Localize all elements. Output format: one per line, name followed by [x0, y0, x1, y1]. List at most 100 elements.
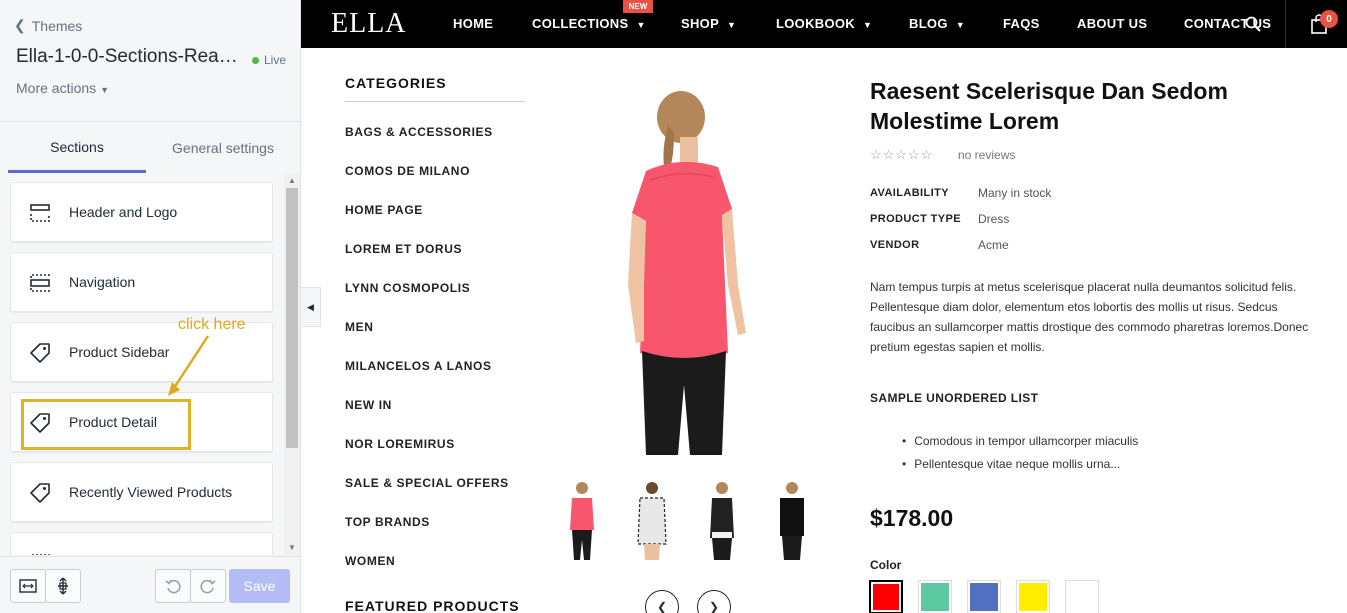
- store-logo[interactable]: ELLA: [331, 8, 407, 40]
- tab-general-settings[interactable]: General settings: [146, 123, 300, 173]
- product-thumbnail[interactable]: [702, 478, 742, 562]
- nav-divider: [1285, 0, 1286, 48]
- new-badge: NEW: [623, 0, 653, 13]
- caret-down-icon: ▼: [636, 20, 646, 30]
- scroll-down-icon[interactable]: ▼: [288, 543, 296, 552]
- list-item: Comodous in tempor ullamcorper miaculis: [902, 434, 1138, 448]
- reviews-count[interactable]: no reviews: [958, 148, 1015, 162]
- expand-horizontal-icon: [19, 579, 37, 593]
- nav-label: SHOP: [681, 16, 720, 31]
- editor-footer: Save: [0, 556, 300, 613]
- nav-collections[interactable]: COLLECTIONS ▼: [532, 16, 646, 31]
- tab-sections[interactable]: Sections: [8, 123, 146, 173]
- search-icon[interactable]: [1245, 16, 1261, 32]
- color-swatch-white[interactable]: [1065, 580, 1099, 613]
- caret-down-icon: ▼: [862, 20, 873, 30]
- product-title: Raesent Scelerisque Dan Sedom Molestime …: [870, 78, 1228, 134]
- live-label: Live: [264, 53, 287, 67]
- scrollbar-thumb[interactable]: [286, 188, 298, 448]
- live-dot-icon: [252, 56, 259, 64]
- color-swatch-mint[interactable]: [918, 580, 952, 613]
- back-to-themes-link[interactable]: ❮ Themes: [14, 17, 82, 34]
- chevron-left-icon: ❮: [14, 17, 26, 33]
- category-link[interactable]: NOR LOREMIRUS: [345, 437, 455, 451]
- chevron-right-icon: ❯: [708, 600, 720, 613]
- color-swatch-yellow[interactable]: [1016, 580, 1050, 613]
- category-link[interactable]: TOP BRANDS: [345, 515, 430, 529]
- section-item-navigation[interactable]: Navigation: [10, 252, 273, 312]
- collapse-sidebar-button[interactable]: ◀: [301, 287, 321, 327]
- section-item-header-and-logo[interactable]: Header and Logo: [10, 182, 273, 242]
- tag-icon: [30, 413, 50, 433]
- list-title: SAMPLE UNORDERED LIST: [870, 391, 1039, 405]
- scroll-up-icon[interactable]: ▲: [288, 176, 296, 185]
- nav-lookbook[interactable]: LOOKBOOK ▼: [776, 16, 872, 31]
- undo-button[interactable]: [155, 569, 191, 603]
- cart-count-badge: 0: [1320, 10, 1338, 28]
- thumbnail-prev-button[interactable]: ❮: [645, 590, 679, 613]
- desktop-view-button[interactable]: [10, 569, 46, 603]
- meta-value-product-type: Dress: [978, 212, 1010, 226]
- tag-icon: [30, 483, 50, 503]
- redo-button[interactable]: [190, 569, 226, 603]
- section-item-recently-viewed-products[interactable]: Recently Viewed Products: [10, 462, 273, 522]
- nav-label: COLLECTIONS: [532, 16, 629, 31]
- nav-label: BLOG: [909, 16, 948, 31]
- nav-home[interactable]: HOME: [453, 16, 493, 31]
- back-label: Themes: [31, 17, 83, 34]
- more-actions-label: More actions: [16, 80, 97, 96]
- editor-tabs: Sections General settings: [0, 123, 300, 173]
- product-thumbnail[interactable]: [562, 478, 602, 562]
- category-link[interactable]: LYNN COSMOPOLIS: [345, 281, 470, 295]
- section-list: Header and Logo Navigation Product Sideb…: [0, 174, 283, 555]
- nav-shop[interactable]: SHOP ▼: [681, 16, 736, 31]
- caret-left-icon: ◀: [307, 301, 314, 312]
- swatch-fill: [1019, 583, 1047, 611]
- category-link[interactable]: HOME PAGE: [345, 203, 423, 217]
- nav-about-us[interactable]: ABOUT US: [1077, 16, 1147, 31]
- save-button[interactable]: Save: [229, 569, 290, 603]
- category-link[interactable]: WOMEN: [345, 554, 395, 568]
- store-header: ELLA HOME COLLECTIONS ▼ NEW SHOP ▼ LOOKBOO…: [301, 0, 1347, 48]
- category-link[interactable]: SALE & SPECIAL OFFERS: [345, 476, 509, 490]
- editor-header: ❮ Themes Ella-1-0-0-Sections-Rea… Live M…: [0, 0, 300, 122]
- category-link[interactable]: LOREM ET DORUS: [345, 242, 462, 256]
- color-label: Color: [870, 558, 902, 572]
- caret-down-icon: ▼: [955, 20, 965, 30]
- color-swatch-red[interactable]: [869, 580, 903, 613]
- category-link[interactable]: NEW IN: [345, 398, 392, 412]
- header-layout-icon: [30, 204, 50, 222]
- featured-products-title: FEATURED PRODUCTS: [345, 598, 520, 613]
- more-actions-dropdown[interactable]: More actions ▼: [16, 80, 109, 96]
- inspector-toggle-button[interactable]: [45, 569, 81, 603]
- nav-blog[interactable]: BLOG ▼: [909, 16, 965, 31]
- product-thumbnail[interactable]: [632, 478, 672, 562]
- section-item-label: Product Sidebar: [69, 344, 170, 360]
- section-item-label: Header and Logo: [69, 204, 178, 220]
- section-list-scrollbar[interactable]: ▲ ▼: [284, 174, 300, 555]
- section-item-product-detail[interactable]: Product Detail: [10, 392, 273, 452]
- annotation-arrow-icon: [168, 335, 210, 396]
- color-swatch-blue[interactable]: [967, 580, 1001, 613]
- section-item-label: Recently Viewed Products: [69, 484, 233, 500]
- product-main-image[interactable]: [580, 85, 785, 455]
- product-thumbnail[interactable]: [772, 478, 812, 562]
- thumbnail-next-button[interactable]: ❯: [697, 590, 731, 613]
- category-link[interactable]: MEN: [345, 320, 373, 334]
- categories-divider: [345, 101, 525, 102]
- category-link[interactable]: MILANCELOS A LANOS: [345, 359, 492, 373]
- theme-editor-panel: ❮ Themes Ella-1-0-0-Sections-Rea… Live M…: [0, 0, 301, 613]
- swatch-fill: [921, 583, 949, 611]
- move-vertical-icon: [58, 577, 68, 595]
- nav-faqs[interactable]: FAQS: [1003, 16, 1040, 31]
- app-root: ❮ Themes Ella-1-0-0-Sections-Rea… Live M…: [0, 0, 1347, 613]
- category-link[interactable]: BAGS & ACCESSORIES: [345, 125, 493, 139]
- chevron-left-icon: ❮: [656, 600, 668, 613]
- section-item-label: Product Detail: [69, 414, 157, 430]
- meta-value-vendor[interactable]: Acme: [978, 238, 1009, 252]
- category-link[interactable]: COMOS DE MILANO: [345, 164, 470, 178]
- section-item-partial[interactable]: [10, 532, 273, 555]
- meta-key-availability: AVAILABILITY: [870, 187, 949, 199]
- list-item: Pellentesque vitae neque mollis urna...: [902, 457, 1120, 471]
- caret-down-icon: ▼: [727, 20, 737, 30]
